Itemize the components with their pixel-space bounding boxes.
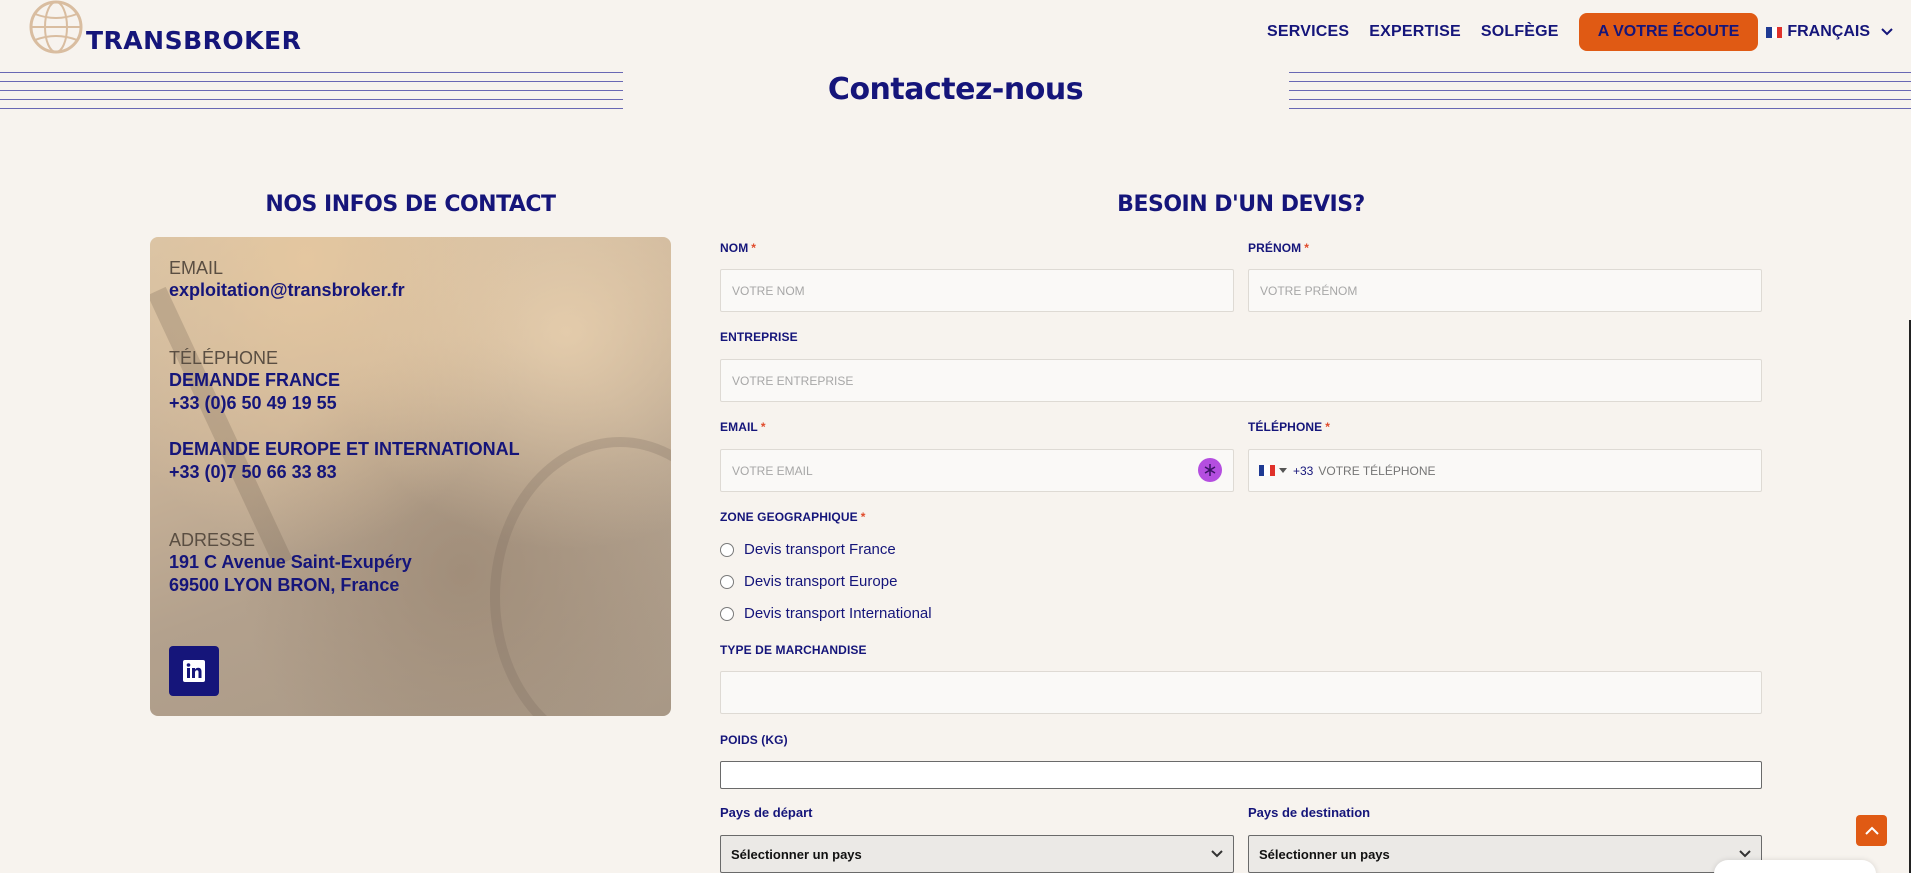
france-flag-icon[interactable]: [1259, 465, 1275, 476]
phone-intl-label: DEMANDE EUROPE ET INTERNATIONAL: [169, 439, 520, 459]
chat-widget[interactable]: [1714, 860, 1876, 873]
marchandise-input[interactable]: [720, 671, 1762, 714]
telephone-label: TÉLÉPHONE *: [1248, 420, 1331, 434]
email-autofill-icon[interactable]: [1198, 458, 1222, 482]
form-heading: BESOIN D'UN DEVIS?: [1117, 192, 1365, 217]
email-value[interactable]: exploitation@transbroker.fr: [169, 279, 520, 302]
email-field-label: EMAIL *: [720, 420, 766, 434]
entreprise-input[interactable]: [720, 359, 1762, 402]
depart-select[interactable]: Sélectionner un pays: [720, 835, 1234, 873]
contact-card: EMAIL exploitation@transbroker.fr TÉLÉPH…: [150, 237, 671, 716]
telephone-field: +33: [1248, 449, 1762, 492]
destination-label: Pays de destination: [1248, 805, 1371, 820]
phone-fr-value[interactable]: +33 (0)6 50 49 19 55: [169, 392, 520, 415]
prenom-input[interactable]: [1248, 269, 1762, 312]
contact-heading: NOS INFOS DE CONTACT: [265, 192, 556, 217]
prenom-label: PRÉNOM *: [1248, 241, 1310, 255]
chevron-down-icon: [1881, 28, 1893, 36]
nom-label: NOM *: [720, 241, 757, 255]
main-nav: SERVICES EXPERTISE SOLFÈGE A VOTRE ÉCOUT…: [1257, 13, 1893, 51]
address-line2: 69500 LYON BRON, France: [169, 575, 400, 595]
language-label: FRANÇAIS: [1787, 23, 1870, 40]
site-header: TRANSBROKER SERVICES EXPERTISE SOLFÈGE A…: [0, 0, 1911, 66]
depart-label: Pays de départ: [720, 805, 813, 820]
zone-option-france[interactable]: Devis transport France: [720, 541, 896, 558]
contact-card-content: EMAIL exploitation@transbroker.fr TÉLÉPH…: [169, 257, 520, 597]
radio-button[interactable]: [720, 606, 734, 621]
nav-solfege[interactable]: SOLFÈGE: [1471, 13, 1569, 51]
chevron-up-icon: [1864, 826, 1879, 835]
email-label: EMAIL: [169, 258, 224, 278]
page-title: Contactez-nous: [827, 72, 1084, 107]
chevron-down-icon: [1211, 850, 1223, 858]
language-selector[interactable]: FRANÇAIS: [1766, 23, 1893, 41]
poids-label: POIDS (KG): [720, 733, 788, 747]
nom-input[interactable]: [720, 269, 1234, 312]
nav-services[interactable]: SERVICES: [1257, 13, 1359, 51]
zone-option-label: Devis transport International: [744, 605, 932, 622]
depart-select-value: Sélectionner un pays: [731, 846, 862, 862]
nav-expertise[interactable]: EXPERTISE: [1359, 13, 1471, 51]
phone-fr-label: DEMANDE FRANCE: [169, 370, 340, 390]
poids-input[interactable]: [720, 761, 1762, 789]
zone-label: ZONE GEOGRAPHIQUE *: [720, 510, 866, 524]
marchandise-label: TYPE DE MARCHANDISE: [720, 643, 867, 657]
caret-down-icon[interactable]: [1279, 468, 1287, 473]
zone-option-label: Devis transport Europe: [744, 573, 898, 590]
chevron-down-icon: [1739, 850, 1751, 858]
address-line1: 191 C Avenue Saint-Exupéry: [169, 552, 412, 572]
zone-option-label: Devis transport France: [744, 541, 896, 558]
entreprise-label: ENTREPRISE: [720, 330, 798, 344]
scroll-to-top-button[interactable]: [1856, 815, 1887, 846]
logo-text: TRANSBROKER: [86, 26, 302, 55]
address-label: ADRESSE: [169, 530, 256, 550]
globe-logo-icon: [29, 0, 83, 54]
zone-option-international[interactable]: Devis transport International: [720, 605, 932, 622]
email-input[interactable]: [720, 449, 1234, 492]
radio-button[interactable]: [720, 542, 734, 557]
zone-option-europe[interactable]: Devis transport Europe: [720, 573, 897, 590]
phone-intl-value[interactable]: +33 (0)7 50 66 33 83: [169, 461, 520, 484]
linkedin-button[interactable]: [169, 646, 219, 696]
phone-country-code: +33: [1293, 463, 1314, 478]
phone-label: TÉLÉPHONE: [169, 348, 279, 368]
radio-button[interactable]: [720, 574, 734, 589]
destination-select-value: Sélectionner un pays: [1259, 846, 1390, 862]
france-flag-icon: [1766, 26, 1783, 38]
nav-a-votre-ecoute-button[interactable]: A VOTRE ÉCOUTE: [1578, 13, 1759, 51]
destination-select[interactable]: Sélectionner un pays: [1248, 835, 1762, 873]
linkedin-icon: [183, 660, 205, 682]
telephone-input[interactable]: [1318, 450, 1761, 491]
